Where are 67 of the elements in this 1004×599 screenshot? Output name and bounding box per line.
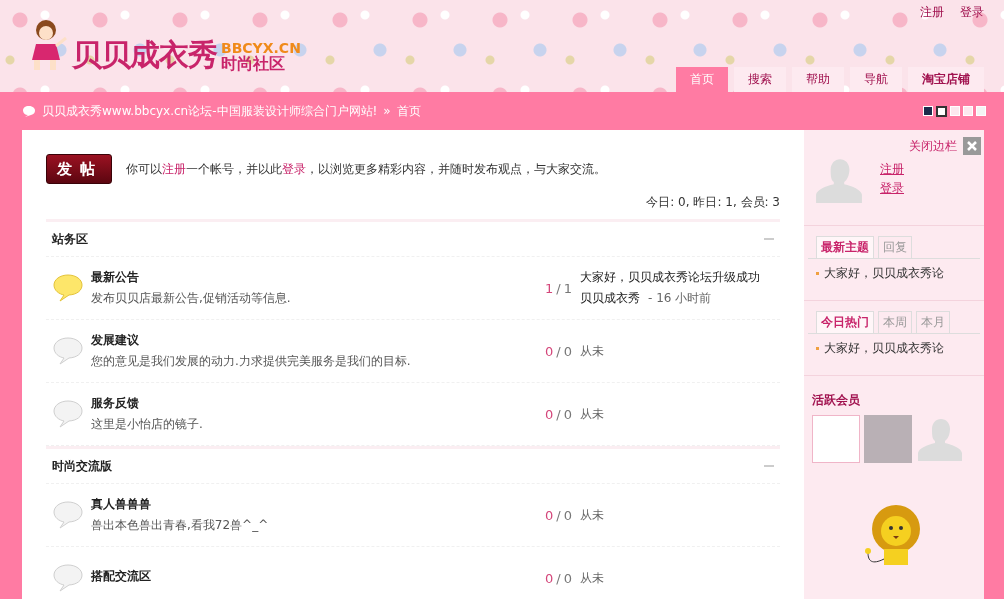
close-sidebar-link[interactable]: 关闭边栏 [909, 137, 957, 155]
forum-title[interactable]: 真人兽兽兽 [91, 496, 538, 513]
active-members-title: 活跃会员 [812, 392, 861, 409]
forum-description: 您的意见是我们发展的动力.力求提供完美服务是我们的目标. [91, 353, 412, 370]
sidebar-tab[interactable]: 最新主题 [816, 236, 874, 258]
post-count: 0 [563, 570, 572, 586]
user-link[interactable]: 注册 [880, 161, 904, 178]
post-count: 0 [563, 343, 572, 359]
topic-count: 0 [545, 343, 554, 359]
topic-count: 1 [545, 280, 554, 296]
topic-count: 0 [545, 570, 554, 586]
speech-bubble-icon [22, 105, 36, 117]
new-post-button[interactable]: 发帖 [46, 154, 112, 184]
nav-tab[interactable]: 搜索 [734, 67, 786, 92]
count-separator: / [556, 343, 561, 359]
forum-title[interactable]: 最新公告 [91, 269, 538, 286]
speech-bubble-icon [52, 399, 84, 429]
topic-count: 0 [545, 406, 554, 422]
theme-swatch[interactable] [936, 105, 947, 117]
forum-title[interactable]: 服务反馈 [91, 395, 538, 412]
post-count: 0 [563, 507, 572, 523]
intro-link[interactable]: 注册 [162, 161, 186, 176]
user-link[interactable]: 登录 [880, 180, 904, 197]
count-separator: / [556, 280, 561, 296]
speech-bubble-icon [52, 273, 84, 303]
speech-bubble-icon [52, 336, 84, 366]
section-title: 时尚交流版 [52, 457, 112, 475]
count-separator: / [556, 507, 561, 523]
close-button[interactable] [963, 137, 981, 155]
logo-domain: BBCYX.CN [221, 40, 301, 56]
logo-tagline: 时尚社区 [221, 56, 286, 72]
sidebar-tab[interactable]: 今日热门 [816, 311, 874, 333]
header-link[interactable]: 登录 [960, 4, 984, 21]
count-separator: / [556, 406, 561, 422]
forum-title[interactable]: 搭配交流区 [91, 567, 538, 585]
forum-stats: 今日: 0, 昨日: 1, 会员: 3 [646, 195, 780, 209]
nav-tab[interactable]: 淘宝店铺 [908, 67, 984, 92]
speech-bubble-icon [52, 563, 84, 593]
last-post-author[interactable]: 贝贝成衣秀 [580, 290, 640, 307]
thread-link[interactable]: 大家好，贝贝成衣秀论 [824, 265, 944, 282]
post-count: 1 [563, 280, 572, 296]
breadcrumb-current: 首页 [396, 102, 421, 120]
header-link[interactable]: 注册 [920, 4, 944, 21]
close-icon [967, 141, 977, 151]
topic-count: 0 [545, 507, 554, 523]
last-post-text: 从未 [580, 570, 604, 585]
last-post-time: - 16 小时前 [648, 290, 712, 307]
post-count: 0 [563, 406, 572, 422]
last-post-text: 从未 [580, 343, 604, 358]
intro-link[interactable]: 登录 [282, 161, 306, 176]
count-separator: / [556, 570, 561, 586]
last-post-text: 从未 [580, 507, 604, 522]
logo-title: 贝贝成衣秀 [72, 38, 217, 72]
speech-bubble-icon [52, 500, 84, 530]
forum-description: 发布贝贝店最新公告,促销活动等信息. [91, 290, 292, 307]
nav-tab[interactable]: 导航 [850, 67, 902, 92]
member-avatar[interactable] [812, 415, 860, 463]
last-post-title[interactable]: 大家好，贝贝成衣秀论坛升级成功 [580, 269, 780, 286]
thread-link[interactable]: 大家好，贝贝成衣秀论 [824, 340, 944, 357]
section-title: 站务区 [52, 230, 88, 248]
intro-text: 你可以注册一个帐号，并以此登录，以浏览更多精彩内容，并随时发布观点，与大家交流。 [126, 160, 606, 178]
forum-title[interactable]: 发展建议 [91, 332, 538, 349]
last-post-text: 从未 [580, 406, 604, 421]
nav-tab[interactable]: 帮助 [792, 67, 844, 92]
forum-description: 这里是小怡店的镜子. [91, 416, 204, 433]
forum-description: 兽出本色兽出青春,看我72兽^_^ [91, 517, 270, 534]
breadcrumb-separator: » [383, 104, 391, 118]
